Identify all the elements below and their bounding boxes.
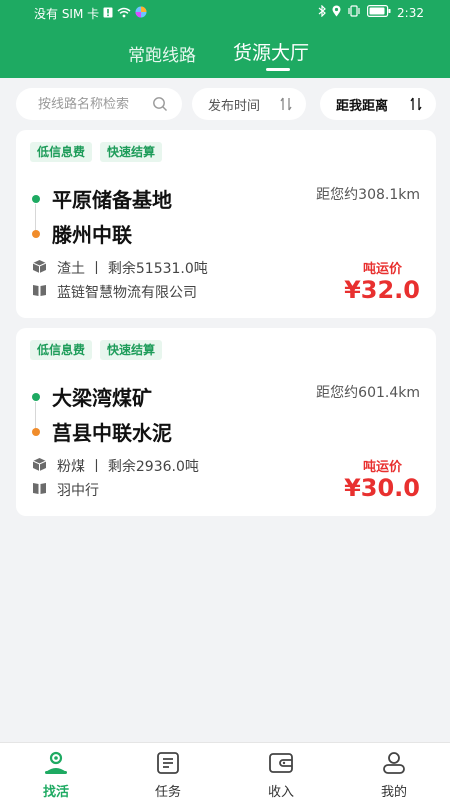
battery-icon — [367, 5, 391, 20]
status-left: 没有 SIM 卡 — [34, 5, 147, 22]
tag-fast-settlement: 快速结算 — [100, 340, 163, 360]
destination: 莒县中联水泥 — [32, 417, 172, 446]
destination: 滕州中联 — [32, 219, 132, 248]
location-icon — [332, 5, 341, 20]
company-info: 蓝链智慧物流有限公司 — [32, 282, 197, 302]
tag-fast-settlement: 快速结算 — [100, 142, 163, 162]
publish-time-sort[interactable]: 发布时间 — [192, 88, 306, 120]
nav-label: 收入 — [267, 785, 294, 800]
task-icon — [155, 751, 181, 779]
nav-label: 任务 — [154, 785, 181, 800]
search-box[interactable] — [16, 88, 182, 120]
cargo-text: 渣土 丨 剩余51531.0吨 — [57, 261, 208, 277]
origin-dot — [32, 194, 40, 203]
company-text: 蓝链智慧物流有限公司 — [57, 285, 197, 301]
price-value: ¥30.0 — [344, 474, 420, 502]
nav-label: 我的 — [380, 785, 407, 800]
search-icon[interactable] — [152, 96, 168, 116]
distance-text: 距您约601.4km — [316, 385, 420, 401]
cargo-card[interactable]: 低信息费 快速结算 平原储备基地 滕州中联 距您约308.1km 渣土 丨 剩余… — [16, 130, 436, 318]
nav-task[interactable]: 任务 — [112, 743, 224, 800]
cargo-info: 渣土 丨 剩余51531.0吨 — [32, 258, 208, 278]
distance-sort-label: 距我距离 — [336, 98, 389, 114]
cargo-card[interactable]: 低信息费 快速结算 大梁湾煤矿 莒县中联水泥 距您约601.4km 粉煤 丨 剩… — [16, 328, 436, 516]
distance-sort[interactable]: 距我距离 — [320, 88, 436, 120]
destination-name: 滕州中联 — [52, 223, 132, 247]
filter-row: 发布时间 距我距离 — [16, 88, 436, 120]
nav-mine[interactable]: 我的 — [338, 743, 450, 800]
alert-icon — [103, 7, 113, 21]
destination-name: 莒县中联水泥 — [52, 421, 172, 445]
header: 没有 SIM 卡 2:32 常跑线路 货源大厅 — [0, 0, 450, 78]
destination-dot — [32, 427, 40, 436]
search-input[interactable] — [38, 96, 150, 112]
box-icon — [32, 259, 47, 278]
vibrate-icon — [347, 5, 361, 20]
tag-low-info-fee: 低信息费 — [30, 142, 93, 162]
price-value: ¥32.0 — [344, 276, 420, 304]
nav-find-work[interactable]: 找活 — [0, 743, 112, 800]
tab-cargo-hall[interactable]: 货源大厅 — [233, 38, 309, 65]
origin-name: 平原储备基地 — [52, 188, 172, 212]
origin: 大梁湾煤矿 — [32, 382, 152, 411]
top-tabs: 常跑线路 货源大厅 — [0, 38, 450, 74]
book-icon — [32, 284, 47, 301]
bottom-nav: 找活 任务 收入 我的 — [0, 742, 450, 800]
active-tab-indicator — [266, 68, 290, 71]
bluetooth-icon — [318, 4, 326, 20]
card-tags: 低信息费 快速结算 — [30, 142, 163, 162]
wifi-icon — [117, 7, 131, 21]
price-label: 吨运价 — [362, 262, 402, 277]
status-bar: 没有 SIM 卡 2:32 — [0, 0, 450, 26]
carrier-text: 没有 SIM 卡 — [34, 7, 100, 21]
book-icon — [32, 482, 47, 499]
clock-text: 2:32 — [397, 5, 424, 20]
origin: 平原储备基地 — [32, 184, 172, 213]
cargo-info: 粉煤 丨 剩余2936.0吨 — [32, 456, 199, 476]
cargo-text: 粉煤 丨 剩余2936.0吨 — [57, 459, 199, 475]
app-icon — [135, 6, 147, 21]
profile-icon — [381, 751, 407, 779]
origin-name: 大梁湾煤矿 — [52, 386, 152, 410]
company-info: 羽中行 — [32, 480, 99, 500]
find-work-icon — [43, 751, 69, 779]
tag-low-info-fee: 低信息费 — [30, 340, 93, 360]
nav-income[interactable]: 收入 — [225, 743, 337, 800]
box-icon — [32, 457, 47, 476]
publish-time-label: 发布时间 — [208, 98, 261, 114]
price-label: 吨运价 — [362, 460, 402, 475]
nav-label: 找活 — [42, 785, 69, 800]
sort-icon — [280, 96, 292, 116]
sort-icon — [410, 96, 422, 116]
wallet-icon — [268, 751, 294, 779]
status-right: 2:32 — [318, 4, 424, 20]
tab-common-routes[interactable]: 常跑线路 — [128, 41, 196, 66]
company-text: 羽中行 — [57, 483, 99, 499]
distance-text: 距您约308.1km — [316, 187, 420, 203]
origin-dot — [32, 392, 40, 401]
card-tags: 低信息费 快速结算 — [30, 340, 163, 360]
destination-dot — [32, 229, 40, 238]
